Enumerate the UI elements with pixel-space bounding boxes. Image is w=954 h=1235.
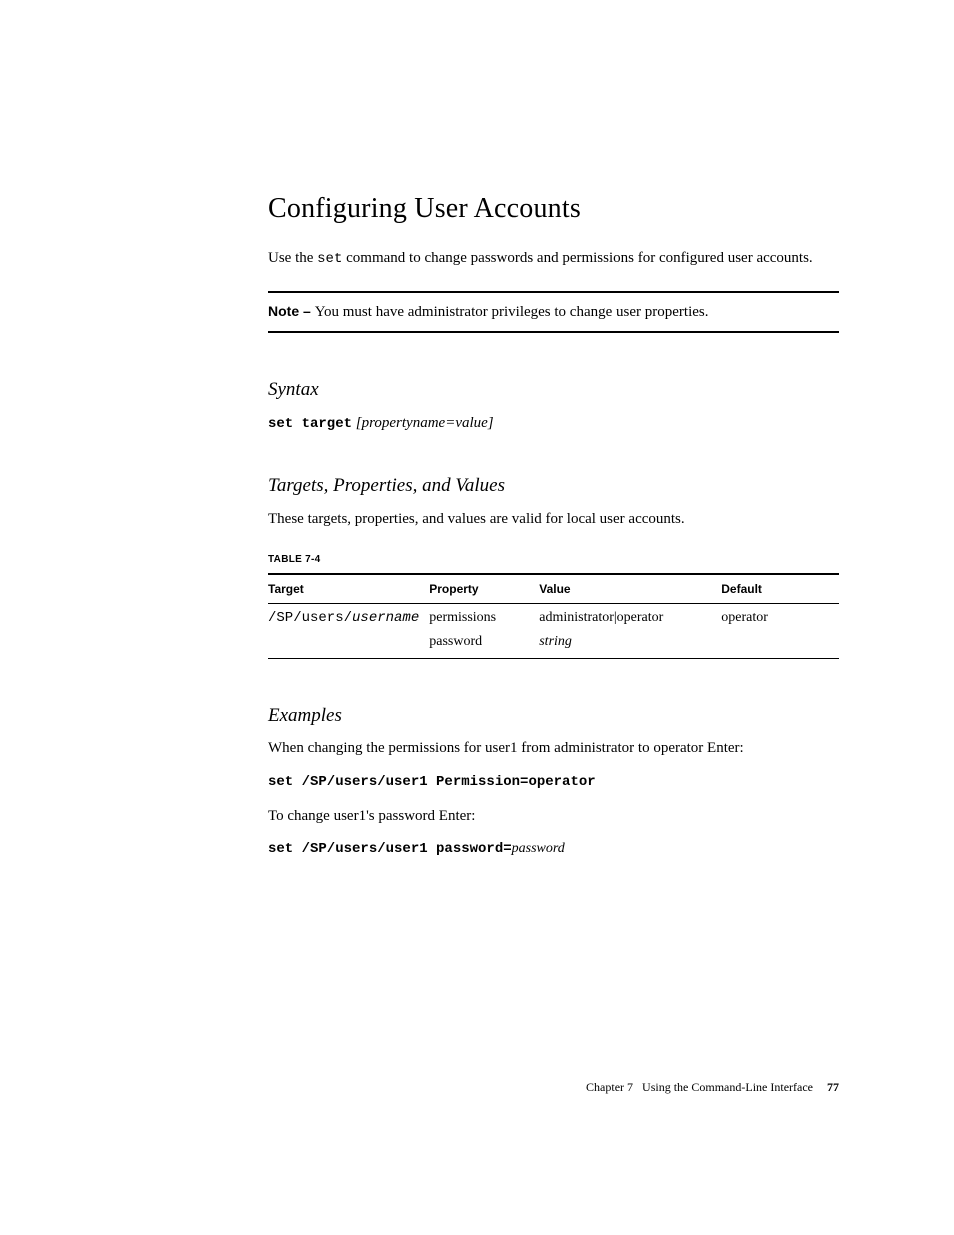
cell-property: password	[429, 628, 539, 658]
table-caption: TABLE 7-4	[268, 553, 839, 567]
target-path: /SP/users/	[268, 610, 352, 626]
example-text-1: When changing the permissions for user1 …	[268, 738, 839, 758]
note-text: You must have administrator privileges t…	[315, 304, 709, 320]
cell-default: operator	[721, 604, 839, 628]
example-command-2: set /SP/users/user1 password=password	[268, 840, 839, 859]
page: Configuring User Accounts Use the set co…	[0, 0, 954, 1235]
intro-paragraph: Use the set command to change passwords …	[268, 248, 839, 269]
cell-property: permissions	[429, 604, 539, 628]
cell-target: /SP/users/username	[268, 604, 429, 628]
examples-heading: Examples	[268, 703, 839, 729]
syntax-command: set target	[268, 416, 352, 432]
footer-page-number: 77	[827, 1080, 839, 1094]
th-value: Value	[539, 574, 721, 604]
intro-command: set	[317, 251, 342, 267]
th-property: Property	[429, 574, 539, 604]
example-command-2b: password	[512, 841, 565, 856]
intro-text-a: Use the	[268, 250, 317, 266]
note-box: Note – You must have administrator privi…	[268, 291, 839, 333]
th-default: Default	[721, 574, 839, 604]
cell-default	[721, 628, 839, 658]
cell-value: string	[539, 628, 721, 658]
section-title: Configuring User Accounts	[268, 190, 839, 228]
table-row: /SP/users/username permissions administr…	[268, 604, 839, 628]
note-label: Note –	[268, 303, 315, 319]
properties-table: Target Property Value Default /SP/users/…	[268, 573, 839, 659]
footer-title: Using the Command-Line Interface	[642, 1080, 813, 1094]
target-username: username	[352, 610, 419, 626]
syntax-arg: [propertyname=value]	[352, 415, 494, 431]
example-text-2: To change user1's password Enter:	[268, 806, 839, 826]
tpv-intro: These targets, properties, and values ar…	[268, 509, 839, 529]
example-command-2a: set /SP/users/user1 password=	[268, 841, 512, 857]
table-header-row: Target Property Value Default	[268, 574, 839, 604]
table-row: password string	[268, 628, 839, 658]
tpv-heading: Targets, Properties, and Values	[268, 473, 839, 499]
example-command-1: set /SP/users/user1 Permission=operator	[268, 773, 839, 792]
syntax-heading: Syntax	[268, 377, 839, 403]
cell-target	[268, 628, 429, 658]
page-footer: Chapter 7 Using the Command-Line Interfa…	[268, 1079, 839, 1095]
syntax-line: set target [propertyname=value]	[268, 413, 839, 434]
th-target: Target	[268, 574, 429, 604]
cell-value: administrator|operator	[539, 604, 721, 628]
footer-chapter: Chapter 7	[586, 1080, 633, 1094]
intro-text-b: command to change passwords and permissi…	[342, 250, 812, 266]
